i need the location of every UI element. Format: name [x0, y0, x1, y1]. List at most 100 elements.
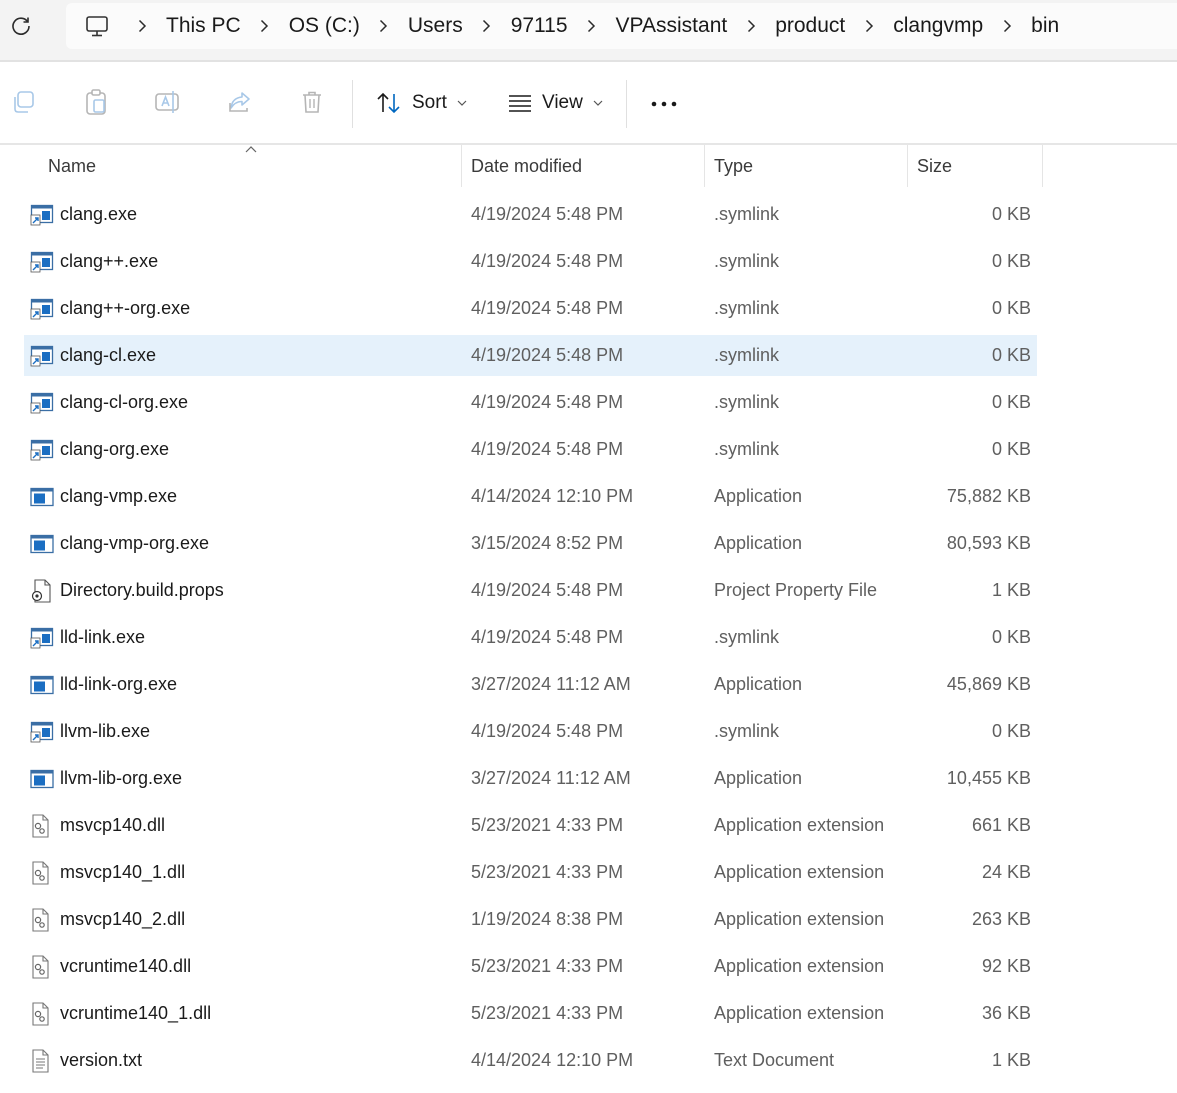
file-size: 0 KB — [991, 298, 1031, 318]
application-icon — [30, 769, 54, 788]
breadcrumb-item[interactable]: VPAssistant — [616, 10, 728, 42]
chevron-right-icon — [380, 19, 388, 33]
dll-icon — [32, 860, 49, 885]
file-size: 0 KB — [991, 345, 1031, 365]
file-type: .symlink — [714, 298, 780, 318]
breadcrumb-chevron[interactable] — [118, 10, 166, 42]
file-row[interactable]: clang-vmp-org.exe 3/15/2024 8:52 PM Applic… — [24, 523, 1037, 564]
file-name: clang-vmp.exe — [60, 486, 178, 506]
file-name: msvcp140_2.dll — [60, 909, 186, 929]
file-row[interactable]: llvm-lib.exe 4/19/2024 5:48 PM .symlink 0 K… — [24, 711, 1037, 752]
file-date-modified: 4/19/2024 5:48 PM — [471, 298, 624, 318]
breadcrumb-chevron[interactable] — [983, 10, 1031, 42]
file-date-modified: 4/19/2024 5:48 PM — [471, 439, 624, 459]
file-row[interactable]: Directory.build.props 4/19/2024 5:48 PM Pr… — [24, 570, 1037, 611]
command-bar: Sort View — [0, 62, 1177, 144]
file-size: 75,882 KB — [946, 486, 1031, 506]
file-row[interactable]: vcruntime140.dll 5/23/2021 4:33 PM Applica… — [24, 946, 1037, 987]
file-row[interactable]: lld-link.exe 4/19/2024 5:48 PM .symlink 0 K… — [24, 617, 1037, 658]
file-type: Application extension — [714, 815, 885, 835]
chevron-right-icon — [1003, 19, 1011, 33]
delete-button[interactable] — [298, 88, 326, 116]
refresh-button[interactable] — [6, 10, 36, 42]
file-name: clang-cl-org.exe — [60, 392, 189, 412]
file-name: lld-link-org.exe — [60, 674, 178, 694]
file-row[interactable]: llvm-lib-org.exe 3/27/2024 11:12 AM Applic… — [24, 758, 1037, 799]
file-row[interactable]: msvcp140_2.dll 1/19/2024 8:38 PM Applicati… — [24, 899, 1037, 940]
toolbar-divider — [626, 80, 627, 128]
application-icon — [30, 534, 54, 553]
file-icon — [30, 288, 54, 329]
sort-icon — [377, 92, 400, 114]
column-divider[interactable] — [1042, 145, 1043, 187]
paste-button[interactable] — [82, 88, 110, 116]
dll-icon — [32, 907, 49, 932]
file-row[interactable]: clang++-org.exe 4/19/2024 5:48 PM .symlink… — [24, 288, 1037, 329]
file-row[interactable]: clang-cl-org.exe 4/19/2024 5:48 PM .symlin… — [24, 382, 1037, 423]
breadcrumb-chevron[interactable] — [568, 10, 616, 42]
file-date-modified: 5/23/2021 4:33 PM — [471, 815, 624, 835]
file-icon — [30, 570, 54, 611]
file-size: 45,869 KB — [946, 674, 1031, 694]
breadcrumb-chevron[interactable] — [360, 10, 408, 42]
copy-button[interactable] — [10, 88, 38, 116]
breadcrumb-item[interactable]: This PC — [166, 10, 241, 42]
file-icon — [30, 711, 54, 752]
share-button[interactable] — [226, 88, 254, 116]
breadcrumb-item[interactable]: 97115 — [511, 10, 568, 42]
file-date-modified: 4/19/2024 5:48 PM — [471, 204, 624, 224]
more-options-button[interactable] — [650, 92, 678, 116]
chevron-right-icon — [747, 19, 755, 33]
file-type: Project Property File — [714, 580, 878, 600]
file-icon — [30, 523, 54, 564]
column-header-type[interactable]: Type — [704, 145, 907, 187]
text-file-icon — [32, 1048, 49, 1073]
application-icon — [30, 675, 54, 694]
breadcrumb-item[interactable]: Users — [408, 10, 463, 42]
refresh-icon — [12, 17, 30, 35]
symlink-icon — [30, 298, 54, 319]
address-bar[interactable]: This PC OS (C:) Users 97115 VPAssistant produ… — [66, 3, 1177, 49]
column-header-name[interactable]: Name — [38, 145, 461, 187]
file-date-modified: 3/15/2024 8:52 PM — [471, 533, 624, 553]
breadcrumb-chevron[interactable] — [727, 10, 775, 42]
file-date-modified: 4/14/2024 12:10 PM — [471, 486, 634, 506]
file-row[interactable]: lld-link-org.exe 3/27/2024 11:12 AM Applic… — [24, 664, 1037, 705]
breadcrumb-item[interactable]: OS (C:) — [289, 10, 360, 42]
column-header-size[interactable]: Size — [907, 145, 1042, 187]
file-row[interactable]: clang-vmp.exe 4/14/2024 12:10 PM Applicati… — [24, 476, 1037, 517]
file-type: Application — [714, 768, 803, 788]
file-size: 1 KB — [991, 1050, 1031, 1070]
rename-button[interactable] — [154, 88, 182, 116]
breadcrumb-chevron[interactable] — [845, 10, 893, 42]
breadcrumb-chevron[interactable] — [241, 10, 289, 42]
file-icon — [30, 664, 54, 705]
file-row[interactable]: msvcp140_1.dll 5/23/2021 4:33 PM Applicati… — [24, 852, 1037, 893]
file-icon — [30, 335, 54, 376]
sort-button[interactable]: Sort — [376, 86, 477, 120]
file-date-modified: 4/19/2024 5:48 PM — [471, 721, 624, 741]
application-icon — [30, 487, 54, 506]
more-icon — [651, 101, 677, 107]
breadcrumb-item[interactable]: bin — [1031, 10, 1059, 42]
breadcrumb-item[interactable]: product — [775, 10, 845, 42]
file-row[interactable]: version.txt 4/14/2024 12:10 PM Text Docume… — [24, 1040, 1037, 1081]
file-row[interactable]: clang-cl.exe 4/19/2024 5:48 PM .symlink 0 K… — [24, 335, 1037, 376]
column-header-date[interactable]: Date modified — [461, 145, 704, 187]
file-name: clang.exe — [60, 204, 138, 224]
view-button[interactable]: View — [508, 86, 613, 120]
breadcrumb-item[interactable]: clangvmp — [893, 10, 983, 42]
file-icon — [30, 758, 54, 799]
paste-icon — [86, 89, 106, 115]
file-row[interactable]: clang.exe 4/19/2024 5:48 PM .symlink 0 KB — [24, 194, 1037, 235]
file-date-modified: 5/23/2021 4:33 PM — [471, 1003, 624, 1023]
file-row[interactable]: clang++.exe 4/19/2024 5:48 PM .symlink 0 KB — [24, 241, 1037, 282]
chevron-right-icon — [138, 19, 146, 33]
file-icon — [30, 805, 54, 846]
breadcrumb-chevron[interactable] — [463, 10, 511, 42]
file-row[interactable]: msvcp140.dll 5/23/2021 4:33 PM Application… — [24, 805, 1037, 846]
file-icon — [30, 946, 54, 987]
file-row[interactable]: vcruntime140_1.dll 5/23/2021 4:33 PM Appli… — [24, 993, 1037, 1034]
file-size: 661 KB — [971, 815, 1031, 835]
file-row[interactable]: clang-org.exe 4/19/2024 5:48 PM .symlink 0 … — [24, 429, 1037, 470]
